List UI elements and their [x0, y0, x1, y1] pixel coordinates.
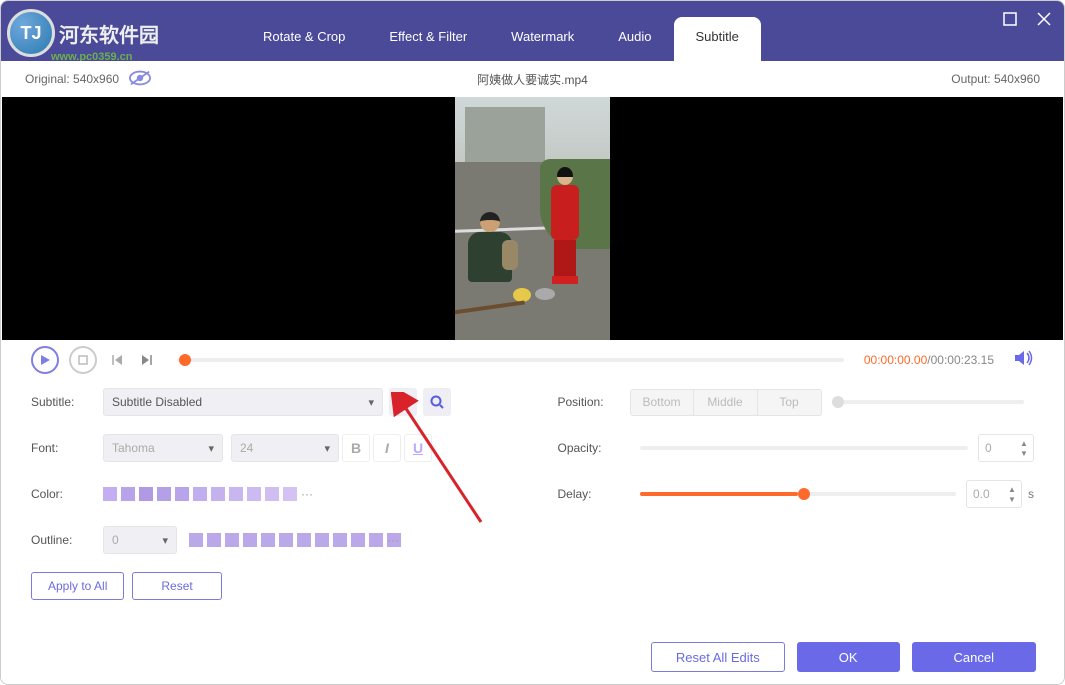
current-time: 00:00:00.00 [864, 353, 927, 367]
logo-text: 河东软件园 [59, 19, 159, 48]
outline-swatches[interactable] [189, 533, 401, 547]
brand-logo: TJ 河东软件园 www.pc0359.cn [7, 5, 187, 61]
tab-effect-filter[interactable]: Effect & Filter [367, 17, 489, 61]
left-column: Subtitle: Subtitle Disabled Font: Tahoma… [31, 388, 508, 600]
delay-input[interactable]: 0.0 ▲▼ [966, 480, 1022, 508]
opacity-value: 0 [985, 441, 992, 455]
delay-label: Delay: [558, 487, 630, 501]
visibility-toggle-icon[interactable] [129, 70, 151, 89]
subtitle-select[interactable]: Subtitle Disabled [103, 388, 383, 416]
video-editor-window: { "logo": { "text": "河东软件园", "sub": "www… [0, 0, 1065, 685]
position-bottom-button[interactable]: Bottom [630, 389, 694, 416]
font-family-value: Tahoma [112, 441, 155, 455]
stop-button[interactable] [69, 346, 97, 374]
original-dimensions: Original: 540x960 [25, 72, 119, 86]
search-subtitle-button[interactable] [423, 388, 451, 416]
tab-audio[interactable]: Audio [596, 17, 673, 61]
font-family-select[interactable]: Tahoma [103, 434, 223, 462]
tab-watermark[interactable]: Watermark [489, 17, 596, 61]
bold-button[interactable]: B [342, 434, 370, 462]
output-dimensions: Output: 540x960 [951, 72, 1040, 86]
video-preview [2, 97, 1063, 340]
position-segment: Bottom Middle Top [630, 389, 822, 416]
maximize-button[interactable] [1000, 9, 1020, 29]
position-middle-button[interactable]: Middle [694, 389, 758, 416]
editor-tabs: Rotate & Crop Effect & Filter Watermark … [241, 17, 761, 61]
subtitle-select-value: Subtitle Disabled [112, 395, 202, 409]
progress-thumb-icon[interactable] [179, 354, 191, 366]
tab-subtitle[interactable]: Subtitle [674, 17, 761, 61]
opacity-up-icon[interactable]: ▲ [1017, 439, 1031, 448]
outline-size-select[interactable]: 0 [103, 526, 177, 554]
cancel-button[interactable]: Cancel [912, 642, 1036, 672]
font-size-select[interactable]: 24 [231, 434, 339, 462]
opacity-input[interactable]: 0 ▲▼ [978, 434, 1034, 462]
window-controls [1000, 9, 1054, 29]
reset-button[interactable]: Reset [132, 572, 221, 600]
outline-value: 0 [112, 533, 119, 547]
delay-slider[interactable] [640, 484, 957, 504]
delay-unit: s [1028, 487, 1034, 501]
font-label: Font: [31, 441, 103, 455]
reset-all-edits-button[interactable]: Reset All Edits [651, 642, 785, 672]
close-button[interactable] [1034, 9, 1054, 29]
progress-slider[interactable] [177, 358, 844, 362]
right-column: Position: Bottom Middle Top Opacity: 0 ▲… [558, 388, 1035, 600]
color-label: Color: [31, 487, 103, 501]
apply-to-all-button[interactable]: Apply to All [31, 572, 124, 600]
delay-up-icon[interactable]: ▲ [1005, 485, 1019, 494]
prev-frame-button[interactable] [107, 346, 127, 374]
delay-value: 0.0 [973, 487, 990, 501]
opacity-down-icon[interactable]: ▼ [1017, 449, 1031, 458]
add-subtitle-button[interactable] [389, 388, 417, 416]
filename-label: 阿姨做人要诚实.mp4 [477, 71, 588, 88]
opacity-label: Opacity: [558, 441, 630, 455]
opacity-slider[interactable] [640, 438, 969, 458]
info-bar: Original: 540x960 阿姨做人要诚实.mp4 Output: 54… [1, 61, 1064, 97]
time-display: 00:00:00.00/00:00:23.15 [864, 353, 994, 367]
title-bar: TJ 河东软件园 www.pc0359.cn Rotate & Crop Eff… [1, 1, 1064, 61]
preview-frame [455, 97, 610, 340]
delay-down-icon[interactable]: ▼ [1005, 495, 1019, 504]
tab-rotate-crop[interactable]: Rotate & Crop [241, 17, 367, 61]
volume-icon[interactable] [1014, 349, 1034, 372]
position-top-button[interactable]: Top [758, 389, 822, 416]
subtitle-label: Subtitle: [31, 395, 103, 409]
more-outline-colors-icon[interactable] [387, 533, 401, 547]
font-size-value: 24 [240, 441, 253, 455]
position-label: Position: [558, 395, 630, 409]
ok-button[interactable]: OK [797, 642, 900, 672]
position-slider[interactable] [832, 392, 1025, 412]
outline-label: Outline: [31, 533, 103, 547]
play-button[interactable] [31, 346, 59, 374]
playback-bar: 00:00:00.00/00:00:23.15 [1, 340, 1064, 380]
logo-badge: TJ [7, 9, 55, 57]
next-frame-button[interactable] [137, 346, 157, 374]
color-swatches[interactable] [103, 487, 315, 501]
total-time: 00:00:23.15 [931, 353, 994, 367]
footer-buttons: Reset All Edits OK Cancel [1, 630, 1064, 684]
subtitle-settings: Subtitle: Subtitle Disabled Font: Tahoma… [1, 380, 1064, 610]
underline-button[interactable]: U [404, 434, 432, 462]
more-colors-icon[interactable] [301, 487, 315, 501]
italic-button[interactable]: I [373, 434, 401, 462]
